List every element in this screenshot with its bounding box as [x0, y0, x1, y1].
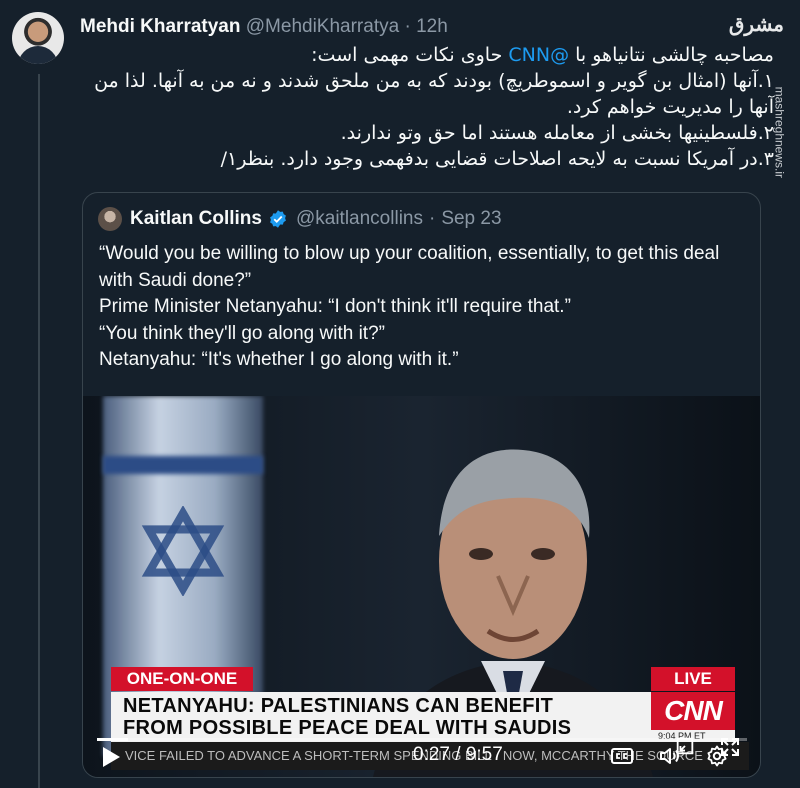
quote-line-2: Prime Minister Netanyahu: “I don't think… [99, 296, 571, 317]
cnn-logo-box: CNN [651, 692, 735, 730]
tweet-point-3: ۳.در آمریکا نسبت به لایحه اصلاحات قضایی … [220, 148, 774, 170]
video-time: 0:27 / 9:57 [413, 744, 503, 766]
quoted-tweet-time[interactable]: Sep 23 [441, 208, 501, 230]
video-progress-bar[interactable] [97, 738, 747, 741]
quoted-author-name[interactable]: Kaitlan Collins [130, 208, 262, 230]
author-name[interactable]: Mehdi Kharratyan [80, 16, 240, 37]
video-progress-fill [97, 738, 128, 741]
tweet-time[interactable]: 12h [416, 16, 448, 37]
header-separator: · [404, 16, 411, 37]
video-time-separator: / [449, 744, 466, 765]
quote-line-3: “You think they'll go along with it?” [99, 322, 385, 344]
quoted-header-separator: · [428, 208, 436, 229]
cnn-mention-link[interactable]: @CNN [508, 44, 569, 66]
quoted-tweet-text: “Would you be willing to blow up your co… [99, 241, 749, 374]
video-current-time: 0:27 [413, 744, 450, 765]
tweet-point-2: ۲.فلسطینیها بخشی از معامله هستند اما حق … [340, 122, 774, 144]
chyron-headline-line-1: NETANYAHU: PALESTINIANS CAN BENEFIT [123, 695, 554, 717]
watermark-url: mashreghnews.ir [772, 86, 786, 178]
play-icon[interactable] [101, 746, 121, 768]
chyron-program-tag: ONE-ON-ONE [111, 667, 253, 691]
author-avatar[interactable] [12, 12, 64, 64]
tweet-intro-prefix: مصاحبه چالشی نتانیاهو با [569, 44, 774, 66]
fullscreen-icon[interactable] [718, 735, 742, 759]
flag-stripe [103, 456, 263, 474]
quoted-tweet-card[interactable]: Kaitlan Collins @kaitlancollins · Sep 23… [82, 192, 761, 778]
author-handle[interactable]: @MehdiKharratya [246, 16, 399, 37]
verified-badge-icon [270, 210, 286, 228]
mashregh-logo: مشرق [728, 14, 784, 36]
tweet-body: مصاحبه چالشی نتانیاهو با @CNN حاوی نکات … [84, 42, 774, 172]
video-controls: 0:27 / 9:57 [83, 728, 760, 777]
chyron-live-tag: LIVE [651, 667, 735, 691]
quote-line-4: Netanyahu: “It's whether I go along with… [99, 349, 459, 370]
quoted-author-handle[interactable]: @kaitlancollins [296, 208, 423, 230]
star-of-david-icon [141, 506, 225, 596]
thread-line [38, 74, 40, 788]
quote-line-1: “Would you be willing to blow up your co… [99, 243, 720, 291]
quoted-tweet-header: Kaitlan Collins @kaitlancollins · Sep 23 [98, 207, 508, 231]
avatar-shoulders [18, 46, 58, 64]
captions-icon[interactable] [610, 744, 634, 768]
video-player[interactable]: ONE-ON-ONE LIVE NETANYAHU: PALESTINIANS … [83, 396, 760, 777]
picture-in-picture-icon[interactable] [674, 735, 696, 757]
tweet-point-1: ۱.آنها (امثال بن گویر و اسموطریچ) بودند … [94, 70, 774, 118]
tweet-intro-suffix: حاوی نکات مهمی است: [311, 44, 509, 66]
quoted-author-avatar[interactable] [98, 207, 122, 231]
video-duration: 9:57 [465, 744, 503, 765]
cnn-logo: CNN [664, 695, 723, 726]
tweet-intro: مصاحبه چالشی نتانیاهو با @CNN حاوی نکات … [84, 42, 774, 68]
tweet-header: Mehdi Kharratyan @MehdiKharratya · 12h [80, 16, 448, 38]
